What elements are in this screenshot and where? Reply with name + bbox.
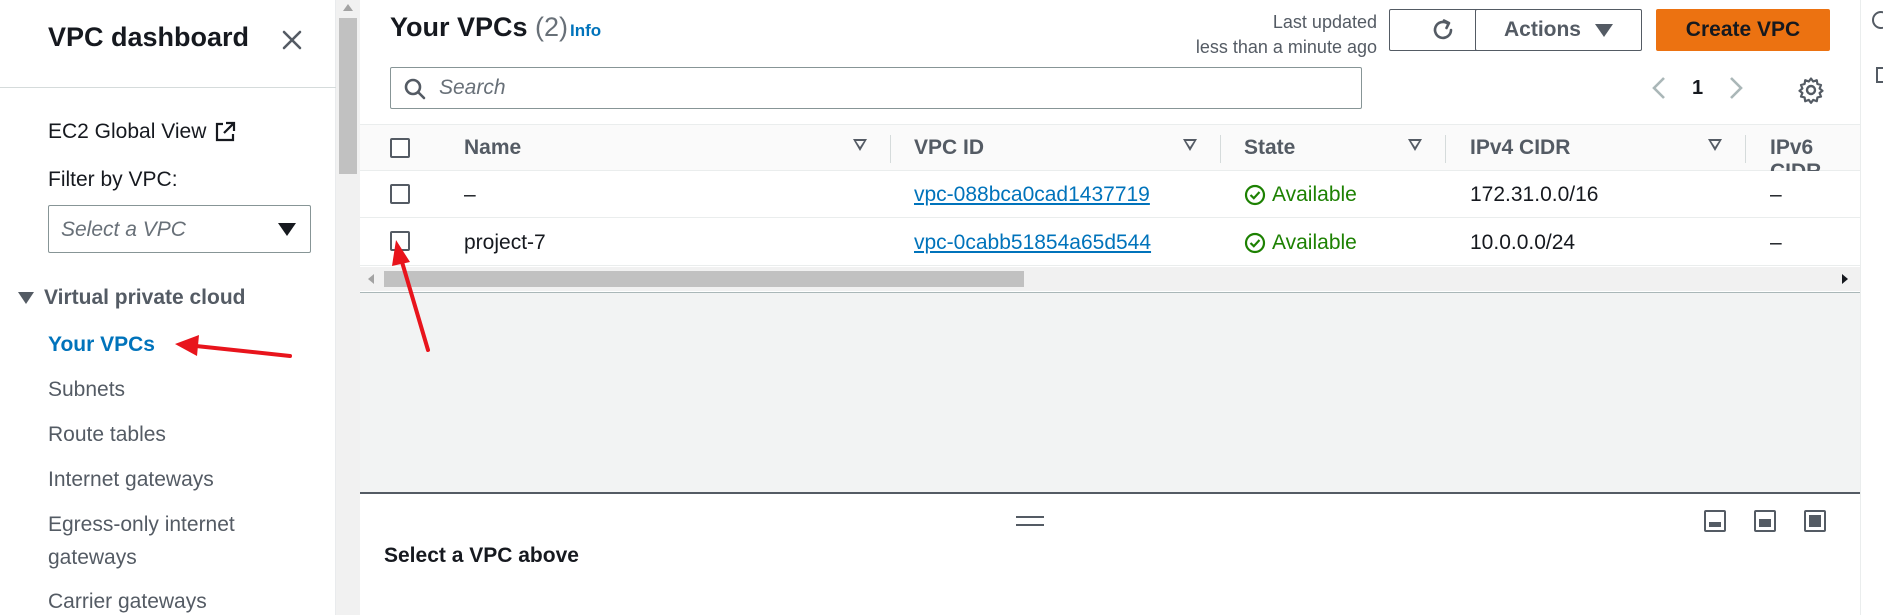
vpc-id-link[interactable]: vpc-0cabb51854a65d544	[914, 231, 1151, 254]
select-all-checkbox[interactable]	[390, 138, 410, 158]
column-header-ipv6-cidr[interactable]: IPv6 CIDR	[1770, 136, 1860, 183]
caret-down-icon	[278, 223, 296, 236]
panel-full-icon[interactable]	[1804, 510, 1826, 532]
search-icon	[404, 78, 426, 100]
pagination: 1	[1650, 70, 1745, 106]
section-virtual-private-cloud[interactable]: Virtual private cloud	[18, 286, 246, 310]
close-icon[interactable]	[276, 24, 308, 56]
table-empty-area	[360, 292, 1860, 492]
check-circle-icon	[1244, 232, 1266, 254]
chevron-right-icon[interactable]	[1727, 75, 1745, 101]
caret-down-icon	[18, 292, 34, 304]
sidebar-item-internet-gateways[interactable]: Internet gateways	[48, 464, 214, 496]
gear-icon[interactable]	[1797, 76, 1825, 104]
horizontal-scrollbar-thumb[interactable]	[384, 271, 1024, 287]
sidebar-title: VPC dashboard	[48, 22, 250, 52]
vpc-filter-placeholder: Select a VPC	[61, 218, 186, 241]
column-header-state[interactable]: State	[1244, 136, 1295, 160]
sidebar-item-your-vpcs[interactable]: Your VPCs	[48, 329, 155, 361]
actions-label: Actions	[1503, 18, 1581, 41]
sidebar-header: VPC dashboard	[0, 0, 336, 88]
info-link[interactable]: Info	[570, 21, 601, 41]
refresh-icon	[1433, 19, 1452, 40]
last-updated-value: less than a minute ago	[1195, 37, 1377, 57]
sort-icon[interactable]	[1708, 139, 1722, 151]
page-title: Your VPCs (2)	[390, 12, 568, 43]
split-panel-message: Select a VPC above	[384, 544, 579, 567]
sidebar-scrollbar-thumb[interactable]	[339, 18, 357, 174]
external-link-icon	[216, 121, 236, 142]
sidebar-item-carrier-gateways[interactable]: Carrier gateways	[48, 586, 207, 615]
page-title-text: Your VPCs	[390, 12, 528, 42]
sort-icon[interactable]	[1408, 139, 1422, 151]
table-row[interactable]: project-7 vpc-0cabb51854a65d544 Availabl…	[360, 219, 1860, 266]
chevron-left-icon[interactable]	[1650, 75, 1668, 101]
partial-icon	[1872, 11, 1883, 83]
table-header: Name VPC ID State IPv4 CIDR IPv6 CIDR	[360, 125, 1860, 183]
cell-ipv6-cidr: –	[1770, 231, 1782, 254]
sort-icon[interactable]	[853, 139, 867, 151]
caret-down-icon	[1595, 23, 1613, 37]
vpc-table: Name VPC ID State IPv4 CIDR IPv6 CIDR – …	[360, 124, 1860, 292]
vpc-count: (2)	[535, 12, 569, 42]
search-input[interactable]	[439, 74, 1339, 102]
page-number[interactable]: 1	[1692, 77, 1703, 100]
panel-bottom-icon[interactable]	[1704, 510, 1726, 532]
cell-name: project-7	[464, 231, 546, 254]
column-header-ipv4-cidr[interactable]: IPv4 CIDR	[1470, 136, 1570, 160]
filter-by-vpc-label: Filter by VPC:	[48, 168, 178, 191]
right-edge-panel	[1860, 0, 1883, 615]
sidebar-item-egress-only-gateways[interactable]: Egress-only internet	[48, 509, 235, 541]
create-vpc-button[interactable]: Create VPC	[1656, 9, 1830, 51]
ec2-global-view-link[interactable]: EC2 Global View	[48, 120, 236, 144]
state-label: Available	[1272, 183, 1357, 206]
section-title: Virtual private cloud	[44, 286, 246, 309]
cell-ipv4-cidr: 172.31.0.0/16	[1470, 183, 1599, 206]
drag-handle-icon[interactable]	[1016, 516, 1044, 526]
main-content: Your VPCs (2) Info Last updated less tha…	[360, 0, 1860, 615]
sort-icon[interactable]	[1183, 139, 1197, 151]
vpc-filter-select[interactable]: Select a VPC	[48, 205, 311, 253]
sidebar: VPC dashboard EC2 Global View Filter by …	[0, 0, 336, 615]
last-updated-label: Last updated	[1272, 12, 1377, 32]
vpc-console: VPC dashboard EC2 Global View Filter by …	[0, 0, 1883, 615]
check-circle-icon	[1244, 184, 1266, 206]
last-updated: Last updated less than a minute ago	[1160, 10, 1377, 60]
sidebar-item-route-tables[interactable]: Route tables	[48, 419, 166, 451]
scroll-right-arrow[interactable]	[1842, 274, 1848, 284]
ec2-global-view-label: EC2 Global View	[48, 120, 207, 143]
search-bar	[390, 67, 1362, 109]
sidebar-item-subnets[interactable]: Subnets	[48, 374, 125, 406]
column-header-vpc-id[interactable]: VPC ID	[914, 136, 984, 160]
table-row[interactable]: – vpc-088bca0cad1437719 Available 172.31…	[360, 171, 1860, 218]
table-horizontal-scrollbar[interactable]	[360, 267, 1860, 291]
scroll-left-arrow[interactable]	[368, 274, 374, 284]
row-checkbox[interactable]	[390, 231, 410, 251]
column-header-name[interactable]: Name	[464, 136, 521, 160]
state-label: Available	[1272, 231, 1357, 254]
column-divider[interactable]	[890, 135, 891, 163]
column-divider[interactable]	[1445, 135, 1446, 163]
actions-dropdown-button[interactable]: Actions	[1475, 9, 1642, 51]
cell-name: –	[464, 183, 476, 206]
vpc-id-link[interactable]: vpc-088bca0cad1437719	[914, 183, 1150, 206]
cell-state: Available	[1244, 183, 1357, 207]
scroll-up-arrow[interactable]	[343, 4, 353, 11]
row-checkbox[interactable]	[390, 184, 410, 204]
column-divider[interactable]	[1220, 135, 1221, 163]
sidebar-item-egress-only-gateways-cont[interactable]: gateways	[48, 542, 137, 574]
split-panel: Select a VPC above	[360, 492, 1860, 615]
cell-state: Available	[1244, 231, 1357, 255]
cell-ipv4-cidr: 10.0.0.0/24	[1470, 231, 1576, 254]
column-divider[interactable]	[1745, 135, 1746, 163]
panel-side-icon[interactable]	[1754, 510, 1776, 532]
cell-ipv6-cidr: –	[1770, 183, 1782, 206]
